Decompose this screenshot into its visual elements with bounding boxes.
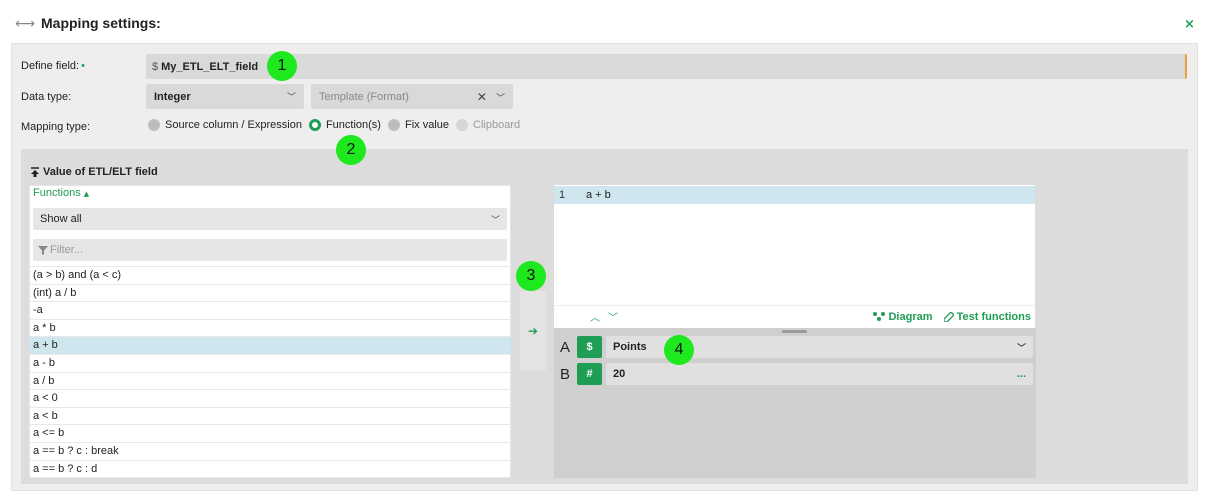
argument-row-b: B # 20 ... [556, 363, 1033, 385]
radio-label: Clipboard [473, 119, 521, 131]
function-item[interactable]: a == b ? c : break [29, 441, 511, 460]
show-all-value: Show all [40, 213, 82, 225]
datatype-select[interactable]: Integer ﹀ [146, 84, 304, 109]
functions-label: Functions [33, 187, 81, 199]
string-type-button[interactable]: $ [577, 336, 602, 358]
template-select[interactable]: Template (Format) ✕ ﹀ [311, 84, 513, 109]
argument-name: B [559, 365, 570, 383]
datatype-label: Data type: [21, 91, 72, 103]
define-field-value: My_ETL_ELT_field [161, 60, 259, 73]
functions-toggle[interactable]: Functions ▲ [33, 187, 89, 199]
function-item[interactable]: (a > b) and (a < c) [29, 266, 511, 284]
argument-value: Points [613, 341, 647, 353]
line-number: 1 [559, 189, 566, 201]
double-arrow-icon[interactable]: ⟷ [15, 16, 35, 32]
radio-label: Fix value [404, 119, 450, 131]
line-text: a + b [586, 189, 611, 201]
function-item[interactable]: a == b ? c : d [29, 459, 511, 478]
function-item[interactable]: a < 0 [29, 389, 511, 407]
function-item[interactable]: a / b [29, 371, 511, 390]
editor-line[interactable]: 1 a + b [554, 186, 1035, 204]
radio-functions[interactable]: Function(s) [308, 119, 381, 131]
radio-icon [456, 119, 469, 131]
function-item[interactable]: a * b [29, 318, 511, 337]
diagram-button[interactable]: Diagram [873, 311, 935, 323]
more-options-icon[interactable]: ... [1017, 368, 1026, 380]
filter-placeholder: Filter... [50, 244, 84, 256]
radio-icon [148, 119, 160, 131]
annotation-badge-1: 1 [267, 51, 297, 81]
function-item[interactable]: (int) a / b [29, 283, 511, 302]
diagram-label: Diagram [888, 310, 933, 323]
chevron-down-icon[interactable]: ﹀ [496, 94, 505, 104]
section-title-text: Value of ETL/ELT field [43, 166, 158, 178]
function-item[interactable]: a + b [29, 336, 511, 354]
show-all-select[interactable]: Show all ﹀ [33, 208, 507, 230]
radio-icon [387, 119, 400, 131]
function-item[interactable]: a <= b [29, 424, 511, 442]
page-title: Mapping settings: [41, 15, 161, 31]
test-functions-button[interactable]: Test functions [943, 310, 1031, 323]
annotation-badge-4: 4 [664, 335, 694, 365]
radio-selected-icon [308, 119, 321, 131]
annotation-badge-2: 2 [336, 135, 366, 165]
filter-input[interactable]: Filter... [33, 239, 507, 261]
define-field-label: Define field: • [21, 60, 85, 72]
resize-handle[interactable] [782, 330, 807, 333]
diagram-icon [873, 312, 886, 322]
test-functions-label: Test functions [956, 310, 1031, 323]
chevron-down-icon: ﹀ [1016, 343, 1026, 354]
clear-icon[interactable]: ✕ [477, 90, 487, 104]
function-item[interactable]: a - b [29, 353, 511, 372]
template-controls: ✕ ﹀ [477, 90, 505, 104]
test-tube-icon [943, 311, 954, 322]
function-item[interactable]: -a [29, 301, 511, 319]
chevron-down-icon: ﹀ [286, 93, 296, 103]
template-placeholder: Template (Format) [319, 90, 409, 103]
editor-tools: Diagram Test functions [865, 311, 1031, 323]
close-icon[interactable]: × [1184, 17, 1195, 32]
move-up-down-icons[interactable]: ︿﹀ [590, 309, 626, 324]
define-field-label-text: Define field: [21, 60, 80, 72]
radio-label: Source column / Expression [165, 119, 302, 131]
datatype-value: Integer [154, 90, 191, 103]
argument-row-a: A $ Points ﹀ [556, 336, 1033, 358]
radio-source-column[interactable]: Source column / Expression [148, 119, 302, 131]
chevron-down-icon: ﹀ [490, 215, 500, 226]
section-title: Value of ETL/ELT field [30, 166, 158, 178]
required-marker: • [81, 60, 85, 72]
define-field-input[interactable]: $ My_ETL_ELT_field [146, 54, 1187, 79]
function-item[interactable]: a < b [29, 406, 511, 425]
number-type-button[interactable]: # [577, 363, 602, 385]
annotation-badge-3: 3 [516, 261, 546, 291]
radio-clipboard[interactable]: Clipboard [456, 119, 520, 131]
argument-b-input[interactable]: 20 ... [606, 363, 1033, 385]
caret-up-icon: ▲ [83, 190, 90, 198]
mapping-type-label: Mapping type: [21, 121, 91, 133]
filter-icon [38, 245, 48, 255]
arrow-right-icon: ➔ [527, 324, 539, 338]
editor-toolbar: ︿﹀ Diagram Test functions [554, 305, 1035, 327]
collapse-up-icon[interactable] [30, 166, 40, 178]
argument-value: 20 [613, 368, 626, 380]
radio-label: Function(s) [325, 119, 381, 131]
radio-fix-value[interactable]: Fix value [387, 119, 450, 131]
dollar-icon: $ [152, 60, 159, 73]
insert-function-button[interactable]: ➔ [520, 291, 546, 371]
mapping-type-radios: Source column / Expression Function(s) F… [148, 119, 527, 131]
argument-name: A [559, 338, 570, 356]
functions-list: (a > b) and (a < c) (int) a / b -a a * ba +… [29, 266, 511, 477]
